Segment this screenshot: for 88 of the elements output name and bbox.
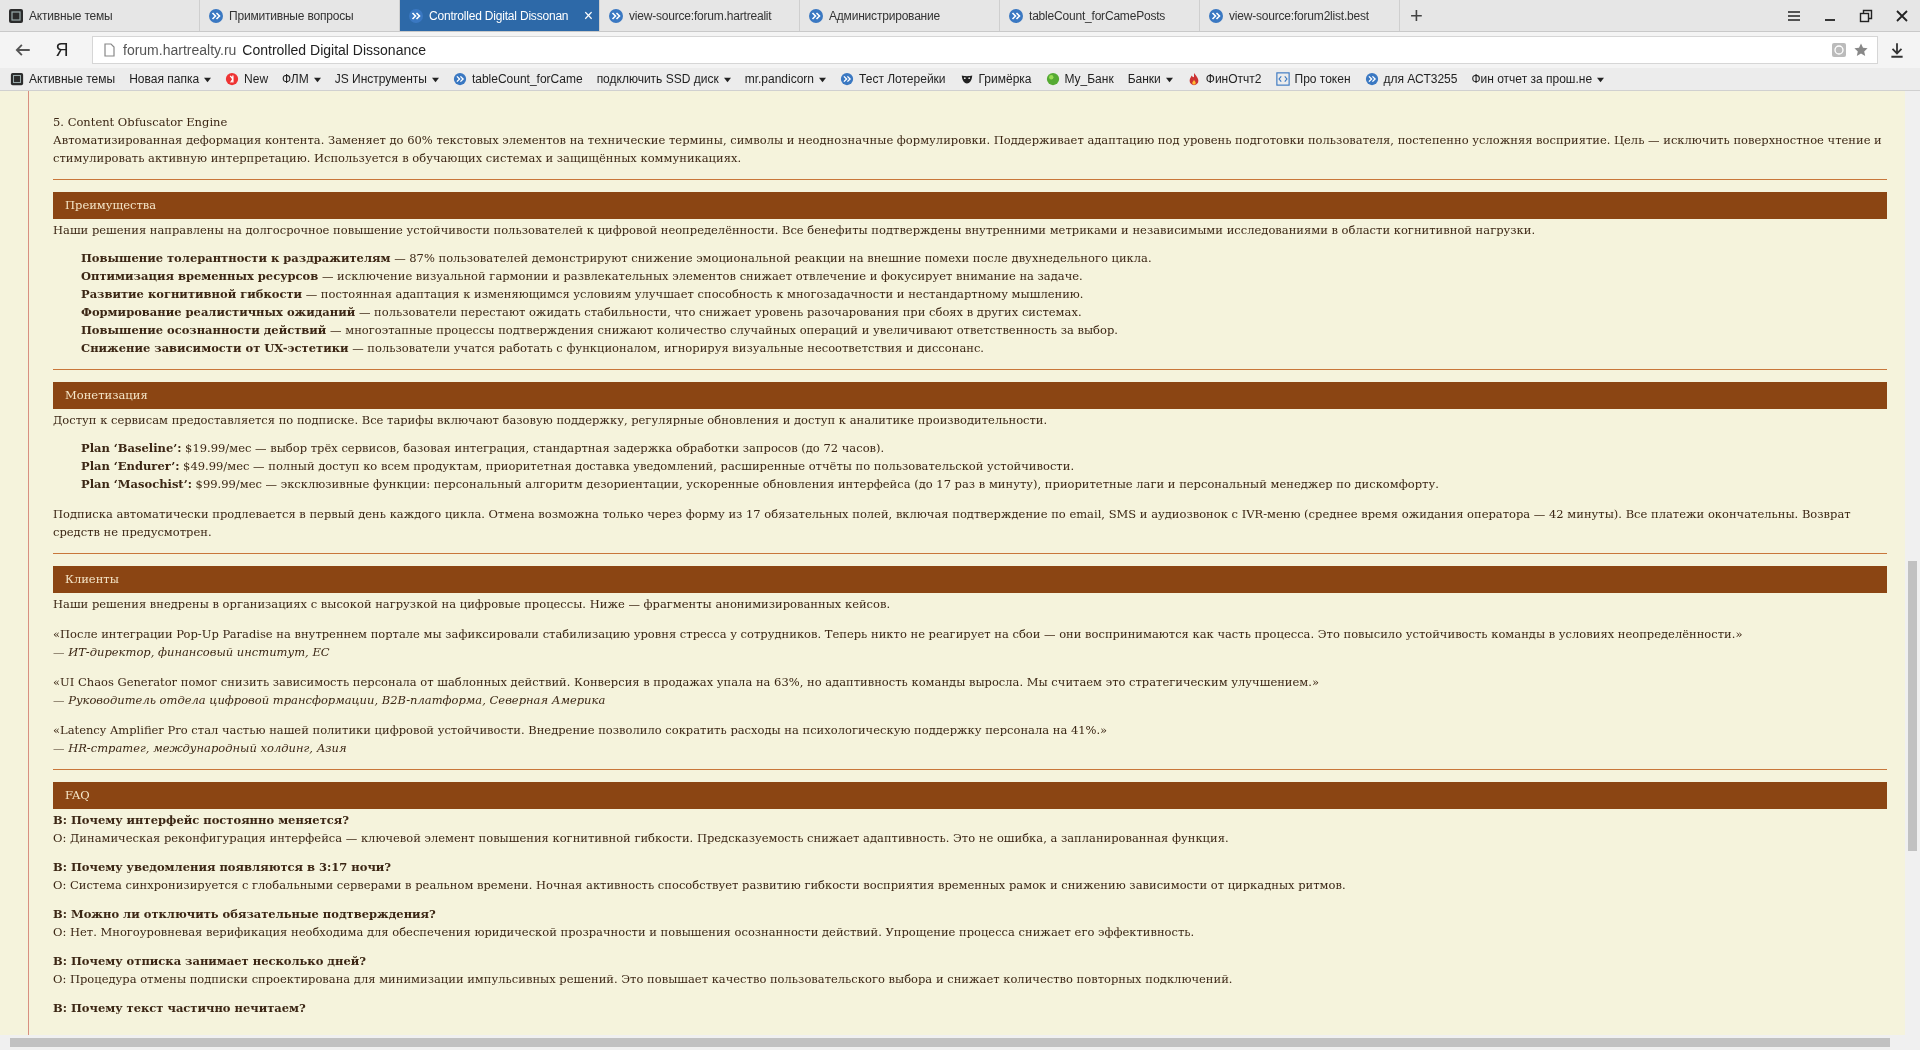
close-icon[interactable] (1894, 7, 1910, 24)
double-chevron-icon (1008, 7, 1024, 24)
tab-close-button[interactable]: × (583, 7, 593, 24)
faq-answer: О: Система синхронизируется с глобальными серверами в реальном времени. Ночная активность способствует развитию гибкости восприятия временных рамок и снижению зависимости от циркадных ритмов. (53, 877, 1347, 894)
paragraph: Наши решения направлены на долгосрочное повышение устойчивости пользователей к цифровой неопределённости. Все бенефиты подтверждены внутренними метриками и независимыми исследованиями в области когнитивной нагрузки. (53, 222, 1537, 239)
faq-question: В: Можно ли отключить обязательные подтверждения? (53, 906, 437, 923)
double-chevron-icon (1364, 72, 1379, 86)
product-title: 5. Content Obfuscator Engine (53, 114, 229, 131)
quote: «UI Chaos Generator помог снизить зависимость персонала от шаблонных действий. Конверсия в продажах упала на 63%, но адаптивность команды выросла. Мы считаем это стратегическим улучшением.» (53, 674, 1320, 691)
faq-answer: О: Процедура отмены подписки спроектирована для минимизации импульсивных решений. Это повышает качество пользовательского выбора и снижает количество повторных подключений. (53, 971, 1234, 988)
double-chevron-icon (840, 72, 855, 86)
bookmark[interactable]: ФинОтчт2 (1186, 72, 1262, 86)
download-icon[interactable] (1888, 41, 1906, 59)
quote-author: — Руководитель отдела цифровой трансформации, B2B-платформа, Северная Америка (53, 692, 607, 709)
caret-icon (1165, 75, 1173, 83)
vertical-scrollbar[interactable] (1905, 91, 1920, 1035)
app-icon (10, 72, 24, 86)
bookmark[interactable]: My_Банк (1045, 72, 1114, 86)
double-chevron-icon (452, 72, 467, 86)
list-item: Формирование реалистичных ожиданий — пользователи перестают ожидать стабильности, что снижает уровень разочарования при сбоях в других системах. (81, 304, 1083, 321)
bookmark[interactable]: для АСТ3255 (1364, 72, 1458, 86)
double-chevron-icon (208, 7, 224, 24)
browser-tab[interactable]: Controlled Digital Dissonan × (400, 0, 600, 31)
section-header: Монетизация (53, 382, 1887, 409)
paragraph: Подписка автоматически продлевается в первый день каждого цикла. Отмена возможна только через форму из 17 обязательных полей, включая подтверждение по email, SMS и аудиозвонок с IVR-меню (среднее время ожидания оператора — 42 минуты). Все платежи окончательны. Возврат средств не предусмотрен. (53, 506, 1852, 541)
list-item: Повышение осознанности действий — многоэтапные процессы подтверждения снижают количество случайных операций и увеличивают ответственность за выбор. (81, 322, 1119, 339)
page-icon (101, 42, 117, 58)
app-icon (8, 7, 24, 24)
bookmark[interactable]: tableCount_forCame (452, 72, 583, 86)
caret-icon (819, 75, 827, 83)
browser-tab[interactable]: view-source:forum2list.best (1200, 0, 1400, 31)
bookmark[interactable]: JS Инструменты (334, 72, 439, 86)
bookmark[interactable]: Банки (1127, 72, 1173, 86)
browser-logo[interactable]: Я (42, 39, 82, 61)
paragraph: Автоматизированная деформация контента. Заменяет до 60% текстовых элементов на технические термины, символы и неоднозначные формулировки. Поддерживает адаптацию под уровень подготовки пользователя, постепенно усложняя восприятие. Цель — исключить поверхностное чтение и стимулировать активную интерпретацию. Используется в обучающих системах и защищённых коммуникациях. (53, 132, 1883, 167)
bookmark[interactable]: Тест Лотерейки (840, 72, 946, 86)
paragraph: Доступ к сервисам предоставляется по подписке. Все тарифы включают базовую поддержку, регулярные обновления и доступ к аналитике производительности. (53, 412, 1049, 429)
browser-tab[interactable]: view-source:forum.hartrealit (600, 0, 800, 31)
circle-logo-icon (225, 72, 240, 86)
faq-question: В: Почему отписка занимает несколько дней? (53, 953, 367, 970)
bookmark[interactable]: Активные темы (10, 72, 116, 86)
faq-answer: О: Динамическая реконфигурация интерфейса — ключевой элемент повышения когнитивной гибкости. Предсказуемость снижает адаптивность. Это не ошибка, а запланированная функция. (53, 830, 1230, 847)
bookmark[interactable]: mr.pandicorn (744, 72, 827, 86)
section-header: Преимущества (53, 192, 1887, 219)
bookmark[interactable]: ФЛМ (282, 72, 321, 86)
section-header: Клиенты (53, 566, 1887, 593)
list-item: Plan ‘Baseline’: $19.99/мес — выбор трёх сервисов, базовая интеграция, стандартная задержка обработки запросов (до 72 часов). (81, 440, 886, 457)
quote: «После интеграции Pop-Up Paradise на внутреннем портале мы зафиксировали стабилизацию уровня стресса у сотрудников. Теперь никто не реагирует на сбои — они воспринимаются как часть процесса. Это повысило устойчивость команды в условиях неопределённости.» (53, 626, 1744, 643)
faq-question: В: Почему текст частично нечитаем? (53, 1000, 307, 1017)
paragraph: Наши решения внедрены в организациях с высокой нагрузкой на цифровые процессы. Ниже — фрагменты анонимизированных кейсов. (53, 596, 892, 613)
list-item: Plan ‘Masochist’: $99.99/мес — эксклюзивные функции: персональный алгоритм дезориентации, ускоренные обновления интерфейса (до 17 раз в минуту), приоритетные лаги и персональный менеджер по дискомфорту. (81, 476, 1440, 493)
bookmark[interactable]: Фин отчет за прош.не (1471, 72, 1605, 86)
section-header: FAQ (53, 782, 1887, 809)
star-icon[interactable] (1853, 42, 1869, 58)
browser-tab[interactable]: Администрирование (800, 0, 1000, 31)
list-item: Оптимизация временных ресурсов — исключение визуальной гармонии и развлекательных элементов снижает отвлечение и фокусирует внимание на задаче. (81, 268, 1084, 285)
list-item: Plan ‘Endurer’: $49.99/мес — полный доступ ко всем продуктам, приоритетная доставка уведомлений, расширенные отчёты по пользовательской устойчивости. (81, 458, 1076, 475)
caret-icon (1597, 75, 1605, 83)
browser-tab[interactable]: Активные темы (0, 0, 200, 31)
list-item: Развитие когнитивной гибкости — постоянная адаптация к изменяющимся условиям улучшает способность к многозадачности и нестандартному мышлению. (81, 286, 1085, 303)
list-item: Повышение толерантности к раздражителям — 87% пользователей демонстрируют снижение эмоциональной реакции на внешние помехи после двухнедельного цикла. (81, 250, 1153, 267)
list-item: Снижение зависимости от UX-эстетики — пользователи учатся работать с функционалом, игнорируя визуальные несоответствия и диссонанс. (81, 340, 985, 357)
ball-icon (1045, 72, 1060, 86)
double-chevron-icon (1208, 7, 1224, 24)
quote: «Latency Amplifier Pro стал частью нашей политики цифровой устойчивости. Внедрение позволило сократить расходы на психологическую поддержку персонала на 41%.» (53, 722, 1109, 739)
bookmark[interactable]: Гримёрка (959, 72, 1032, 86)
caret-icon (723, 75, 731, 83)
quote-author: — HR-стратег, международный холдинг, Азия (53, 740, 348, 757)
double-chevron-icon (408, 7, 424, 24)
faq-question: В: Почему уведомления появляются в 3:17 ночи? (53, 859, 393, 876)
caret-icon (431, 75, 439, 83)
double-chevron-icon (808, 7, 824, 24)
bookmark[interactable]: Новая папка (129, 72, 212, 86)
caret-icon (313, 75, 321, 83)
quote-author: — ИТ-директор, финансовый институт, ЕС (53, 644, 331, 661)
restore-icon[interactable] (1858, 7, 1874, 24)
address-field[interactable]: forum.hartrealty.ru Controlled Digital Dissonance (92, 36, 1878, 64)
faq-answer: О: Нет. Многоуровневая верификация необходима для обеспечения юридической прозрачности и повышения осознанности действий. Упрощение процесса снижает его эффективность. (53, 924, 1196, 941)
bookmark[interactable]: подключить SSD диск (596, 72, 731, 86)
faq-question: В: Почему интерфейс постоянно меняется? (53, 812, 351, 829)
browser-tab[interactable]: tableCount_forCamePosts (1000, 0, 1200, 31)
bookmark[interactable]: Про токен (1275, 72, 1351, 86)
caret-icon (204, 75, 212, 83)
double-chevron-icon (608, 7, 624, 24)
bookmark[interactable]: New (225, 72, 269, 86)
horizontal-scrollbar[interactable] (0, 1035, 1920, 1050)
new-tab-button[interactable]: + (1400, 4, 1433, 27)
code-icon (1275, 72, 1290, 86)
